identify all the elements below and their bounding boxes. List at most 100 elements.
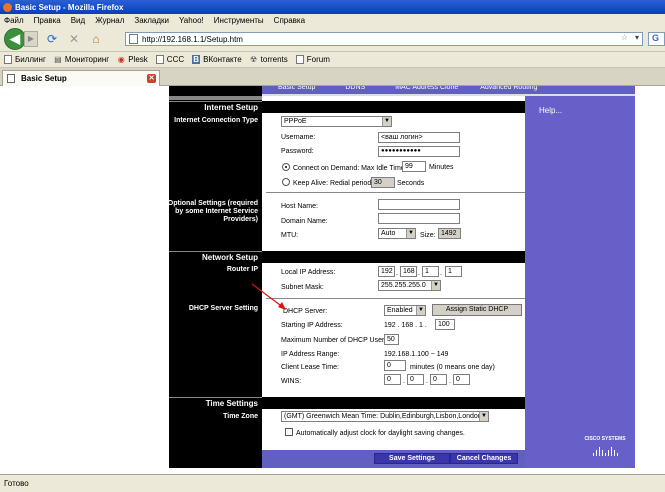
lease-time-label: Client Lease Time: — [281, 364, 339, 371]
cisco-bars — [583, 444, 627, 456]
save-settings-button[interactable]: Save Settings — [374, 453, 450, 464]
firefox-icon — [3, 2, 12, 12]
bookmark-vkontakte[interactable]: B ВКонтакте — [192, 55, 242, 64]
idle-time-field[interactable]: 99 — [402, 161, 426, 172]
connect-demand-label: Connect on Demand: Max Idle Time — [293, 165, 405, 172]
bookmark-plesk[interactable]: ◉ Plesk — [117, 55, 148, 64]
redial-field[interactable]: 30 — [371, 177, 395, 188]
time-zone-label: Time Zone — [223, 413, 258, 420]
chevron-down-icon: ▼ — [479, 412, 488, 421]
local-ip-octet-1[interactable]: 192 — [378, 266, 395, 277]
search-box[interactable]: G — [648, 32, 665, 46]
radio-connect-demand[interactable] — [282, 163, 290, 171]
minutes-label: Minutes — [429, 164, 454, 171]
url-dropdown-icon[interactable]: ▾ — [635, 33, 639, 42]
subtab-ddns[interactable]: DDNS — [345, 86, 365, 94]
domain-name-label: Domain Name: — [281, 218, 328, 225]
menu-bookmarks[interactable]: Закладки — [134, 16, 169, 25]
tab-basic-setup[interactable]: Basic Setup ✕ — [2, 70, 160, 86]
menu-history[interactable]: Журнал — [95, 16, 124, 25]
dhcp-setting-label: DHCP Server Setting — [188, 305, 258, 312]
seconds-label: Seconds — [397, 180, 425, 187]
back-button[interactable]: ◀ — [4, 27, 26, 50]
chevron-down-icon: ▼ — [431, 281, 440, 290]
local-ip-octet-2[interactable]: 168 — [400, 266, 417, 277]
stop-icon[interactable]: ✕ — [66, 31, 82, 47]
password-field[interactable]: ●●●●●●●●●●● — [378, 146, 460, 157]
password-label: Password: — [281, 148, 314, 155]
local-ip-label: Local IP Address: — [281, 269, 336, 276]
time-zone-select[interactable]: (GMT) Greenwich Mean Time: Dublin,Edinbu… — [281, 411, 489, 422]
menu-file[interactable]: Файл — [4, 16, 24, 25]
max-users-label: Maximum Number of DHCP Users: — [281, 337, 390, 344]
page-icon — [129, 34, 138, 44]
bookmark-billing[interactable]: Биллинг — [4, 55, 46, 64]
plesk-icon: ◉ — [117, 55, 125, 64]
divider — [266, 192, 525, 193]
subtab-advanced-routing[interactable]: Advanced Routing — [480, 86, 537, 94]
menu-bar: Файл Правка Вид Журнал Закладки Yahoo! И… — [0, 14, 665, 26]
mtu-size-field[interactable]: 1492 — [438, 228, 461, 239]
menu-yahoo[interactable]: Yahoo! — [179, 16, 204, 25]
google-logo: G — [652, 33, 660, 43]
star-icon[interactable]: ☆ — [621, 33, 628, 42]
section-bar — [262, 101, 525, 113]
radio-keep-alive[interactable] — [282, 178, 290, 186]
subnet-select[interactable]: 255.255.255.0 ▼ — [378, 280, 441, 291]
close-tab-icon[interactable]: ✕ — [147, 74, 156, 83]
assign-static-dhcp-button[interactable]: Assign Static DHCP — [432, 304, 522, 316]
username-field[interactable]: <ваш логин> — [378, 132, 460, 143]
dhcp-server-select[interactable]: Enabled ▼ — [384, 305, 426, 316]
local-ip-octet-3[interactable]: 1 — [422, 266, 439, 277]
wins-octet-2[interactable]: 0 — [407, 374, 424, 385]
help-link[interactable]: Help... — [539, 106, 562, 115]
dot: . — [403, 378, 405, 385]
cisco-logo-text: CISCO SYSTEMS — [584, 436, 626, 442]
bookmark-forum[interactable]: Forum — [295, 55, 330, 64]
reload-icon[interactable]: ⟳ — [44, 31, 60, 47]
lease-unit-label: minutes (0 means one day) — [410, 364, 495, 371]
page-icon — [4, 55, 12, 64]
subtab-mac-clone[interactable]: MAC Address Clone — [395, 86, 458, 94]
vk-icon: B — [192, 55, 201, 64]
menu-help[interactable]: Справка — [274, 16, 305, 25]
url-text: http://192.168.1.1/Setup.htm — [142, 34, 243, 44]
window-titlebar: Basic Setup - Mozilla Firefox — [0, 0, 665, 14]
dot: . — [449, 378, 451, 385]
conn-type-select[interactable]: PPPoE ▼ — [281, 116, 392, 127]
keep-alive-label: Keep Alive: Redial period — [293, 180, 372, 187]
dot: . — [396, 270, 398, 277]
wins-octet-1[interactable]: 0 — [384, 374, 401, 385]
status-bar: Готово — [0, 474, 665, 492]
dot: . — [440, 270, 442, 277]
lease-time-field[interactable]: 0 — [384, 360, 406, 371]
dst-checkbox[interactable] — [285, 428, 293, 436]
subtab-basic-setup[interactable]: Basic Setup — [278, 86, 315, 94]
bookmark-torrents[interactable]: ☢ torrents — [250, 55, 288, 64]
ip-range-label: IP Address Range: — [281, 351, 340, 358]
url-bar[interactable]: http://192.168.1.1/Setup.htm ☆ ▾ — [125, 32, 643, 46]
size-label: Size: — [420, 232, 436, 239]
bookmark-monitoring[interactable]: ▤ Мониторинг — [54, 55, 109, 64]
cancel-changes-button[interactable]: Cancel Changes — [450, 453, 518, 464]
forward-button[interactable]: ▶ — [24, 30, 38, 47]
menu-tools[interactable]: Инструменты — [214, 16, 264, 25]
max-users-field[interactable]: 50 — [384, 334, 399, 345]
wins-octet-4[interactable]: 0 — [453, 374, 470, 385]
page-icon — [295, 55, 304, 64]
home-icon[interactable]: ⌂ — [88, 31, 104, 47]
mtu-select[interactable]: Auto ▼ — [378, 228, 416, 239]
start-ip-field[interactable]: 100 — [435, 319, 455, 330]
menu-view[interactable]: Вид — [71, 16, 85, 25]
dst-label: Automatically adjust clock for daylight … — [296, 430, 465, 437]
host-name-field[interactable] — [378, 199, 460, 210]
menu-edit[interactable]: Правка — [34, 16, 61, 25]
local-ip-octet-4[interactable]: 1 — [445, 266, 462, 277]
tab-bar: Basic Setup ✕ — [0, 68, 665, 86]
help-panel: Help... — [525, 96, 635, 468]
wins-octet-3[interactable]: 0 — [430, 374, 447, 385]
bookmark-ccc[interactable]: CCC — [155, 55, 184, 64]
divider — [266, 298, 525, 299]
domain-name-field[interactable] — [378, 213, 460, 224]
subtabs: Basic Setup DDNS MAC Address Clone Advan… — [262, 86, 635, 94]
